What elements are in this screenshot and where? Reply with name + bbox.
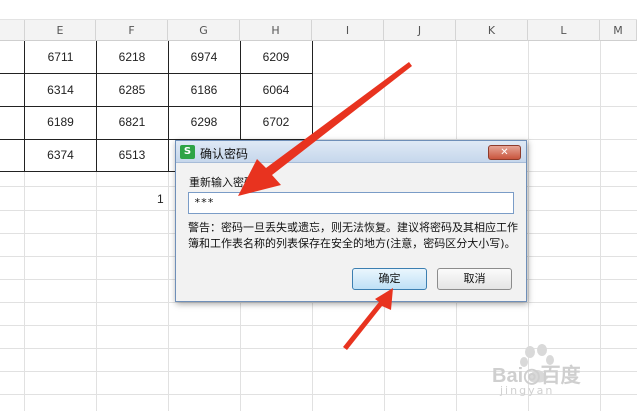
cancel-button[interactable]: 取消: [437, 268, 512, 290]
ok-button[interactable]: 确定: [352, 268, 427, 290]
table-cell[interactable]: 6974: [168, 41, 240, 74]
close-button[interactable]: ✕: [488, 145, 521, 160]
confirm-password-dialog: S 确认密码 ✕ 重新输入密码(R): *** 警告：密码一旦丢失或遗忘，则无法…: [175, 140, 527, 302]
table-cell[interactable]: 6209: [240, 41, 312, 74]
table-cell[interactable]: 6189: [25, 106, 96, 139]
table-cell[interactable]: 6298: [168, 106, 240, 139]
password-input[interactable]: ***: [188, 192, 514, 214]
watermark-sub: jingyan: [500, 384, 555, 397]
table-cell[interactable]: 6702: [240, 106, 312, 139]
table-cell[interactable]: 6374: [25, 139, 96, 172]
table-cell[interactable]: 6218: [96, 41, 168, 74]
wps-spreadsheet-icon: S: [180, 145, 195, 159]
table-cell[interactable]: 6314: [25, 74, 96, 107]
table-cell[interactable]: 6513: [96, 139, 168, 172]
table-cell[interactable]: 6711: [25, 41, 96, 74]
dialog-title: 确认密码: [200, 147, 249, 161]
table-cell[interactable]: 1: [157, 192, 164, 206]
table-cell[interactable]: 6186: [168, 74, 240, 107]
table-cell[interactable]: 6285: [96, 74, 168, 107]
warning-text: 警告：密码一旦丢失或遗忘，则无法恢复。建议将密码及其相应工作簿和工作表名称的列表…: [188, 221, 518, 250]
dialog-title-bar[interactable]: S 确认密码 ✕: [176, 141, 526, 163]
table-cell[interactable]: 6821: [96, 106, 168, 139]
table-cell[interactable]: 6064: [240, 74, 312, 107]
password-label: 重新输入密码(R):: [189, 176, 275, 189]
